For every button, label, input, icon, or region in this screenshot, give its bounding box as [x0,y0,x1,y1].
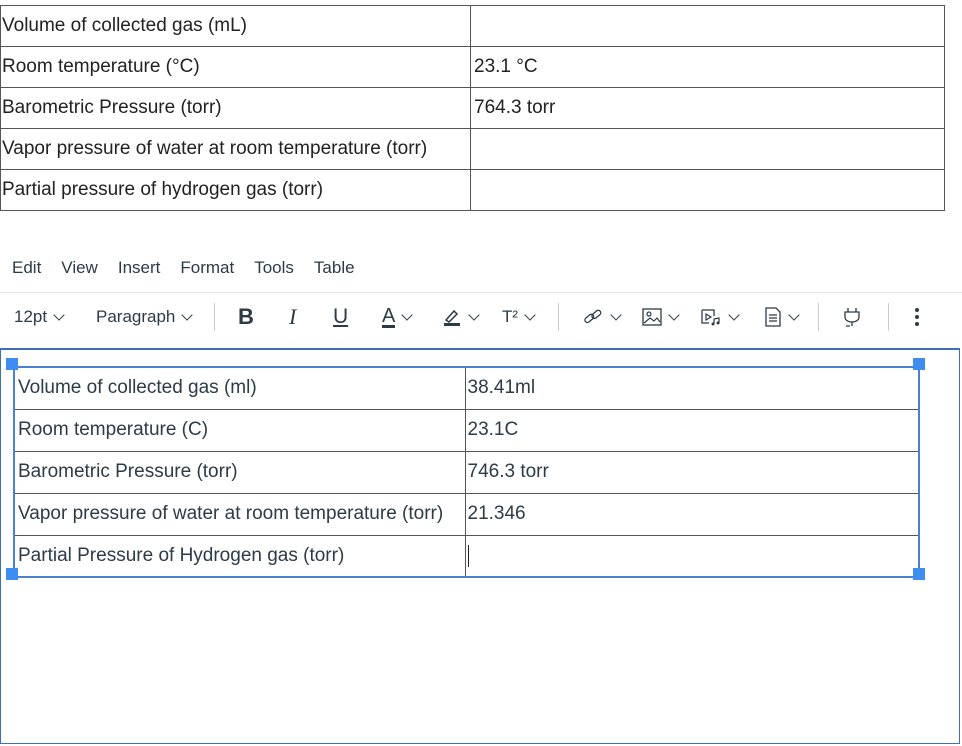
underline-button[interactable]: U [333,300,348,334]
bold-button[interactable]: B [238,300,254,334]
text-color-icon: A [382,304,396,328]
table-cell-value [470,169,945,211]
table-row: Room temperature (°C) 23.1 °C [0,46,945,88]
plugin-button[interactable] [842,300,862,334]
table-cell-label: Barometric Pressure (torr) [0,87,471,129]
more-button[interactable] [914,300,920,334]
table-cell-value [470,5,945,47]
table-cell-label[interactable]: Volume of collected gas (ml) [13,366,466,410]
text-color-button[interactable]: A [382,300,414,334]
font-size-select[interactable]: 12pt [14,300,65,334]
text-caret [467,544,469,567]
menu-insert[interactable]: Insert [118,258,161,278]
superscript-icon: T² [502,307,519,326]
block-format-value: Paragraph [96,307,176,326]
table-cell-value[interactable]: 23.1C [464,408,920,452]
superscript-button[interactable]: T² [502,300,536,334]
font-size-value: 12pt [14,307,48,326]
table-cell-label[interactable]: Room temperature (C) [13,408,466,452]
table-row: Volume of collected gas (mL) [0,5,945,47]
table-cell-value [470,128,945,170]
chevron-down-icon [610,308,622,321]
chevron-down-icon [524,308,536,321]
menu-tools[interactable]: Tools [254,258,294,278]
table-cell-label[interactable]: Vapor pressure of water at room temperat… [13,492,466,536]
toolbar-separator [558,303,559,331]
chevron-down-icon [728,308,740,321]
image-icon [642,308,662,326]
image-button[interactable] [642,300,680,334]
link-button[interactable] [582,300,622,334]
highlight-button[interactable] [442,300,480,334]
media-button[interactable] [700,300,740,334]
table-cell-value[interactable]: 746.3 torr [464,450,920,494]
bold-icon: B [238,304,254,329]
table-cell-value[interactable]: 38.41ml [464,366,920,410]
chevron-down-icon [53,308,65,321]
table-cell-label: Vapor pressure of water at room temperat… [0,128,471,170]
editor-toolbar: 12pt Paragraph B I U A T² [0,300,962,334]
table-cell-label: Partial pressure of hydrogen gas (torr) [0,169,471,211]
table-row: Partial pressure of hydrogen gas (torr) [0,169,945,211]
table-cell-label: Volume of collected gas (mL) [0,5,471,47]
table-cell-label: Room temperature (°C) [0,46,471,88]
menu-table[interactable]: Table [314,258,355,278]
highlight-icon [444,309,460,326]
table-cell-value[interactable]: 21.346 [464,492,920,536]
link-icon [584,309,602,324]
reference-table: Volume of collected gas (mL) Room temper… [0,5,945,211]
table-cell-value: 23.1 °C [470,46,945,88]
chevron-down-icon [468,308,480,321]
italic-button[interactable]: I [289,300,296,334]
menu-format[interactable]: Format [180,258,234,278]
toolbar-separator [888,303,889,331]
editor-content-area[interactable]: Volume of collected gas (ml) 38.41ml Roo… [0,348,960,744]
table-cell-label[interactable]: Barometric Pressure (torr) [13,450,466,494]
italic-icon: I [289,304,297,329]
table-row: Vapor pressure of water at room temperat… [13,492,920,536]
chevron-down-icon [668,308,680,321]
block-format-select[interactable]: Paragraph [96,300,194,334]
chevron-down-icon [401,308,414,321]
menu-view[interactable]: View [61,258,98,278]
editable-table[interactable]: Volume of collected gas (ml) 38.41ml Roo… [13,366,920,578]
toolbar-separator [818,303,819,331]
toolbar-separator [214,303,215,331]
chevron-down-icon [788,308,800,321]
table-row: Partial Pressure of Hydrogen gas (torr) [13,534,920,578]
chevron-down-icon [181,308,194,321]
table-row: Barometric Pressure (torr) 764.3 torr [0,87,945,129]
media-icon [701,309,720,326]
document-icon [765,307,781,327]
resize-handle-top-left[interactable] [6,358,18,370]
more-icon [915,308,919,326]
document-button[interactable] [764,300,800,334]
editor-menubar: Edit View Insert Format Tools Table [12,258,375,278]
plugin-icon [844,308,860,327]
table-row: Barometric Pressure (torr) 746.3 torr [13,450,920,494]
table-cell-value: 764.3 torr [470,87,945,129]
menubar-divider [0,292,962,293]
menu-edit[interactable]: Edit [12,258,41,278]
table-cell-value-active[interactable] [464,534,920,578]
underline-icon: U [333,305,349,328]
table-row: Vapor pressure of water at room temperat… [0,128,945,170]
table-cell-label[interactable]: Partial Pressure of Hydrogen gas (torr) [13,534,466,578]
table-row: Room temperature (C) 23.1C [13,408,920,452]
resize-handle-top-right[interactable] [913,358,925,370]
resize-handle-bottom-left[interactable] [6,568,18,580]
table-row: Volume of collected gas (ml) 38.41ml [13,366,920,410]
resize-handle-bottom-right[interactable] [913,568,925,580]
